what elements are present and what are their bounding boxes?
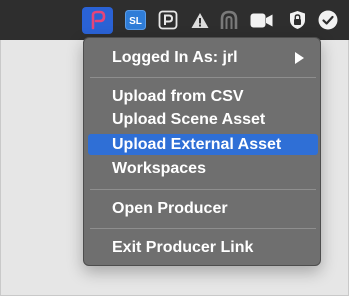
warning-triangle-icon[interactable] bbox=[190, 8, 210, 32]
upload-from-csv-item[interactable]: Upload from CSV bbox=[88, 86, 318, 107]
workspaces-label: Workspaces bbox=[112, 160, 206, 177]
lock-icon[interactable] bbox=[287, 8, 307, 32]
logged-in-as-label: Logged In As: jrl bbox=[112, 49, 238, 66]
sl-app-icon[interactable]: SL bbox=[124, 8, 146, 32]
menu-separator bbox=[90, 77, 316, 78]
p-box-icon[interactable] bbox=[158, 8, 178, 32]
menu-bar: SL bbox=[0, 0, 349, 40]
menu-separator bbox=[90, 189, 316, 190]
arch-icon[interactable] bbox=[219, 8, 239, 32]
producer-app-icon[interactable] bbox=[88, 8, 108, 32]
upload-external-asset-item[interactable]: Upload External Asset bbox=[88, 134, 318, 155]
submenu-arrow-icon bbox=[295, 52, 304, 64]
logged-in-as-item[interactable]: Logged In As: jrl bbox=[88, 47, 318, 68]
menu-separator bbox=[90, 228, 316, 229]
producer-dropdown-menu: Logged In As: jrl Upload from CSV Upload… bbox=[83, 37, 321, 266]
camera-icon[interactable] bbox=[249, 8, 273, 32]
upload-external-asset-label: Upload External Asset bbox=[112, 136, 282, 153]
exit-producer-link-item[interactable]: Exit Producer Link bbox=[88, 237, 318, 258]
checkmark-icon[interactable] bbox=[317, 8, 339, 32]
upload-scene-asset-item[interactable]: Upload Scene Asset bbox=[88, 109, 318, 130]
workspaces-item[interactable]: Workspaces bbox=[88, 158, 318, 179]
exit-producer-link-label: Exit Producer Link bbox=[112, 239, 254, 256]
upload-from-csv-label: Upload from CSV bbox=[112, 88, 244, 105]
upload-scene-asset-label: Upload Scene Asset bbox=[112, 111, 266, 128]
svg-text:SL: SL bbox=[129, 16, 142, 27]
open-producer-item[interactable]: Open Producer bbox=[88, 198, 318, 219]
open-producer-label: Open Producer bbox=[112, 200, 228, 217]
